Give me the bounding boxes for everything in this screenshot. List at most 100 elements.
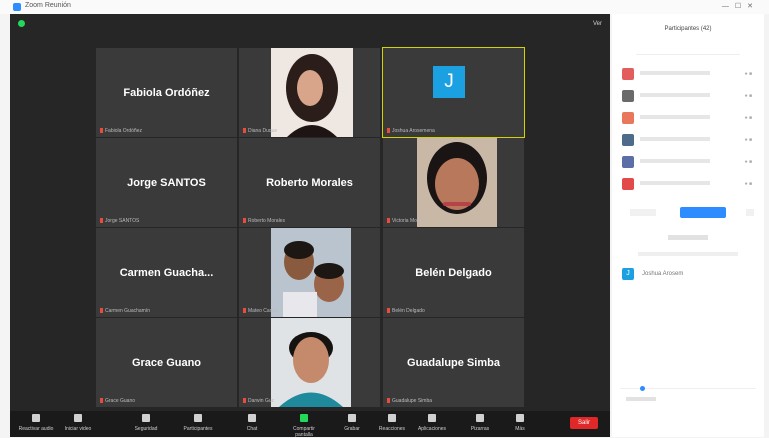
view-button[interactable]: Ver (593, 21, 602, 27)
participants-icon (194, 414, 202, 422)
chat-button[interactable]: Chat (234, 414, 270, 432)
participant-list-item[interactable]: ● ■ (622, 155, 758, 169)
chat-icon (248, 414, 256, 422)
mic-video-icons: ● ■ (744, 137, 752, 143)
participant-label: Joshua Arosemena (387, 128, 435, 134)
apps-button[interactable]: Aplicaciones (414, 414, 450, 432)
video-tile[interactable]: Grace Guano Grace Guano (96, 318, 237, 407)
end-meeting-button[interactable]: Salir (570, 417, 598, 429)
participant-name-blurred (640, 159, 710, 163)
participant-name: Jorge SANTOS (127, 176, 206, 189)
chat-header (668, 235, 708, 240)
search-field[interactable] (636, 54, 740, 55)
avatar: J (622, 268, 634, 280)
video-tile[interactable]: Roberto Morales Roberto Morales (239, 138, 380, 227)
participant-list-item[interactable]: ● ■ (622, 67, 758, 81)
more-dots-icon (516, 414, 524, 422)
video-tile[interactable]: Mateo Cando (239, 228, 380, 317)
mic-video-icons: ● ■ (744, 93, 752, 99)
meeting-toolbar: Reactivar audio Iniciar video Seguridad … (10, 411, 610, 438)
participant-label: Belén Delgado (387, 308, 425, 314)
unmute-me-button[interactable] (680, 207, 726, 218)
chat-recipient-selector[interactable] (626, 397, 656, 401)
record-icon (348, 414, 356, 422)
participant-name-blurred (640, 137, 710, 141)
participant-name: Fabiola Ordóñez (123, 86, 210, 99)
video-tile[interactable]: Belén Delgado Belén Delgado (383, 228, 524, 317)
reaction-icon (388, 414, 396, 422)
participant-name-blurred (640, 181, 710, 185)
reactions-button[interactable]: Reacciones (374, 414, 410, 432)
muted-mic-icon (387, 398, 390, 404)
participant-label: Roberto Morales (243, 218, 285, 224)
chat-message: J Joshua Arosem (622, 268, 758, 282)
video-tile[interactable]: Diana Duque (239, 48, 380, 137)
participant-video-photo (383, 138, 524, 227)
muted-mic-icon (243, 308, 246, 314)
security-shield-icon (18, 20, 25, 27)
muted-mic-icon (243, 218, 246, 224)
participant-name: Belén Delgado (415, 266, 492, 279)
participant-name: Grace Guano (131, 356, 202, 369)
video-tile[interactable]: Guadalupe Simba Guadalupe Simba (383, 318, 524, 407)
participant-list-item[interactable]: ● ■ (622, 177, 758, 191)
share-screen-icon (300, 414, 308, 422)
video-tile[interactable]: Victoria Morales (383, 138, 524, 227)
video-tile[interactable]: Jorge SANTOS Jorge SANTOS (96, 138, 237, 227)
more-button[interactable]: Más (502, 414, 538, 432)
panel-title: Participantes (42) (664, 26, 712, 32)
security-button[interactable]: Seguridad (128, 414, 164, 432)
muted-mic-icon (387, 128, 390, 134)
start-video-button[interactable]: Iniciar video (60, 414, 96, 432)
meeting-area: Ver Fabiola Ordóñez Fabiola Ordóñez Dian… (10, 14, 610, 438)
video-tile-active-speaker[interactable]: J Joshua Arosemena (382, 47, 525, 138)
whiteboards-button[interactable]: Pizarras (462, 414, 498, 432)
mic-video-icons: ● ■ (744, 71, 752, 77)
participant-video-photo (239, 228, 380, 317)
video-tile[interactable]: Carmen Guacha... Carmen Guachamín (96, 228, 237, 317)
participant-list-item[interactable]: ● ■ (622, 89, 758, 103)
muted-mic-icon (387, 308, 390, 314)
whiteboard-icon (476, 414, 484, 422)
record-button[interactable]: Grabar (334, 414, 370, 432)
indicator-dot (640, 386, 645, 391)
video-tile[interactable]: Fabiola Ordóñez Fabiola Ordóñez (96, 48, 237, 137)
participant-name: Roberto Morales (266, 176, 353, 189)
chat-message-text: Joshua Arosem (642, 271, 684, 277)
avatar (622, 156, 634, 168)
microphone-icon (32, 414, 40, 422)
participant-name: Guadalupe Simba (407, 356, 500, 369)
participant-name: Carmen Guacha... (119, 266, 214, 279)
avatar: J (433, 66, 465, 98)
participant-name-blurred (640, 93, 710, 97)
unmute-button[interactable]: Reactivar audio (18, 414, 54, 432)
muted-mic-icon (100, 308, 103, 314)
share-screen-button[interactable]: Compartir pantalla (286, 414, 322, 438)
participant-name-blurred (640, 71, 710, 75)
participant-label: Grace Guano (100, 398, 135, 404)
panel-action-buttons (622, 207, 758, 219)
mic-video-icons: ● ■ (744, 181, 752, 187)
zoom-logo-icon (13, 3, 21, 11)
avatar (622, 112, 634, 124)
invite-button[interactable] (630, 209, 656, 216)
participants-panel: Participantes (42) ● ■ ● ■ ● ■ ● ■ ● ■ ●… (612, 14, 764, 437)
chat-input[interactable] (620, 386, 756, 429)
muted-mic-icon (243, 398, 246, 404)
video-camera-icon (74, 414, 82, 422)
participants-button[interactable]: Participantes (180, 414, 216, 432)
mic-video-icons: ● ■ (744, 115, 752, 121)
more-options-button[interactable] (746, 209, 754, 216)
avatar (622, 134, 634, 146)
participant-label: Carmen Guachamín (100, 308, 150, 314)
muted-mic-icon (100, 398, 103, 404)
participant-label: Fabiola Ordóñez (100, 128, 142, 134)
participant-list-item[interactable]: ● ■ (622, 111, 758, 125)
muted-mic-icon (100, 218, 103, 224)
participant-label: Jorge SANTOS (100, 218, 139, 224)
participant-label: Victoria Morales (387, 218, 428, 224)
participant-name-blurred (640, 115, 710, 119)
video-tile[interactable]: Darwin Guz (239, 318, 380, 407)
window-controls[interactable]: —☐✕ (722, 2, 759, 10)
participant-list-item[interactable]: ● ■ (622, 133, 758, 147)
